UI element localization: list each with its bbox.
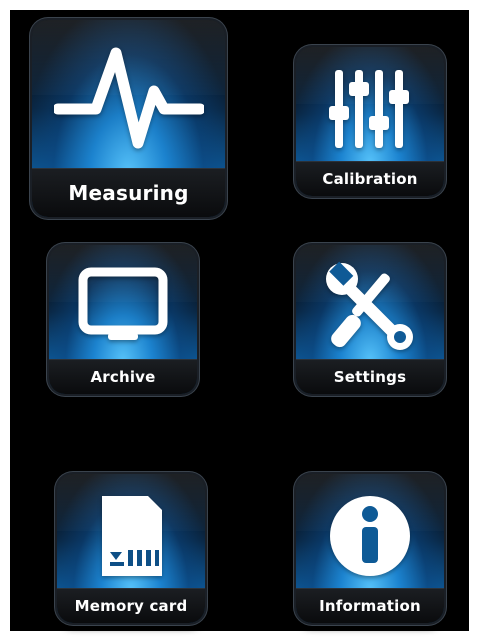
wrench-screwdriver-icon [296,255,444,359]
information-button[interactable]: Information [296,474,444,623]
pulse-waveform-icon [32,38,225,158]
measuring-label: Measuring [68,181,189,205]
main-menu-screen: Measuring Calibration Archive Settings M… [10,10,469,631]
memory-card-icon [57,484,205,588]
archive-label: Archive [90,368,156,386]
memory-card-label: Memory card [74,597,188,615]
settings-label: Settings [333,368,407,386]
archive-label-bar: Archive [49,359,197,394]
calibration-button[interactable]: Calibration [296,47,444,196]
measuring-label-bar: Measuring [32,168,225,217]
information-label: Information [319,597,421,615]
information-label-bar: Information [296,588,444,623]
info-icon [296,486,444,586]
measuring-button[interactable]: Measuring [32,20,225,217]
settings-button[interactable]: Settings [296,245,444,394]
settings-label-bar: Settings [296,359,444,394]
memory-card-label-bar: Memory card [57,588,205,623]
sliders-icon [296,61,444,157]
monitor-icon [49,257,197,357]
calibration-label: Calibration [322,170,418,188]
memory-card-button[interactable]: Memory card [57,474,205,623]
archive-button[interactable]: Archive [49,245,197,394]
calibration-label-bar: Calibration [296,161,444,196]
